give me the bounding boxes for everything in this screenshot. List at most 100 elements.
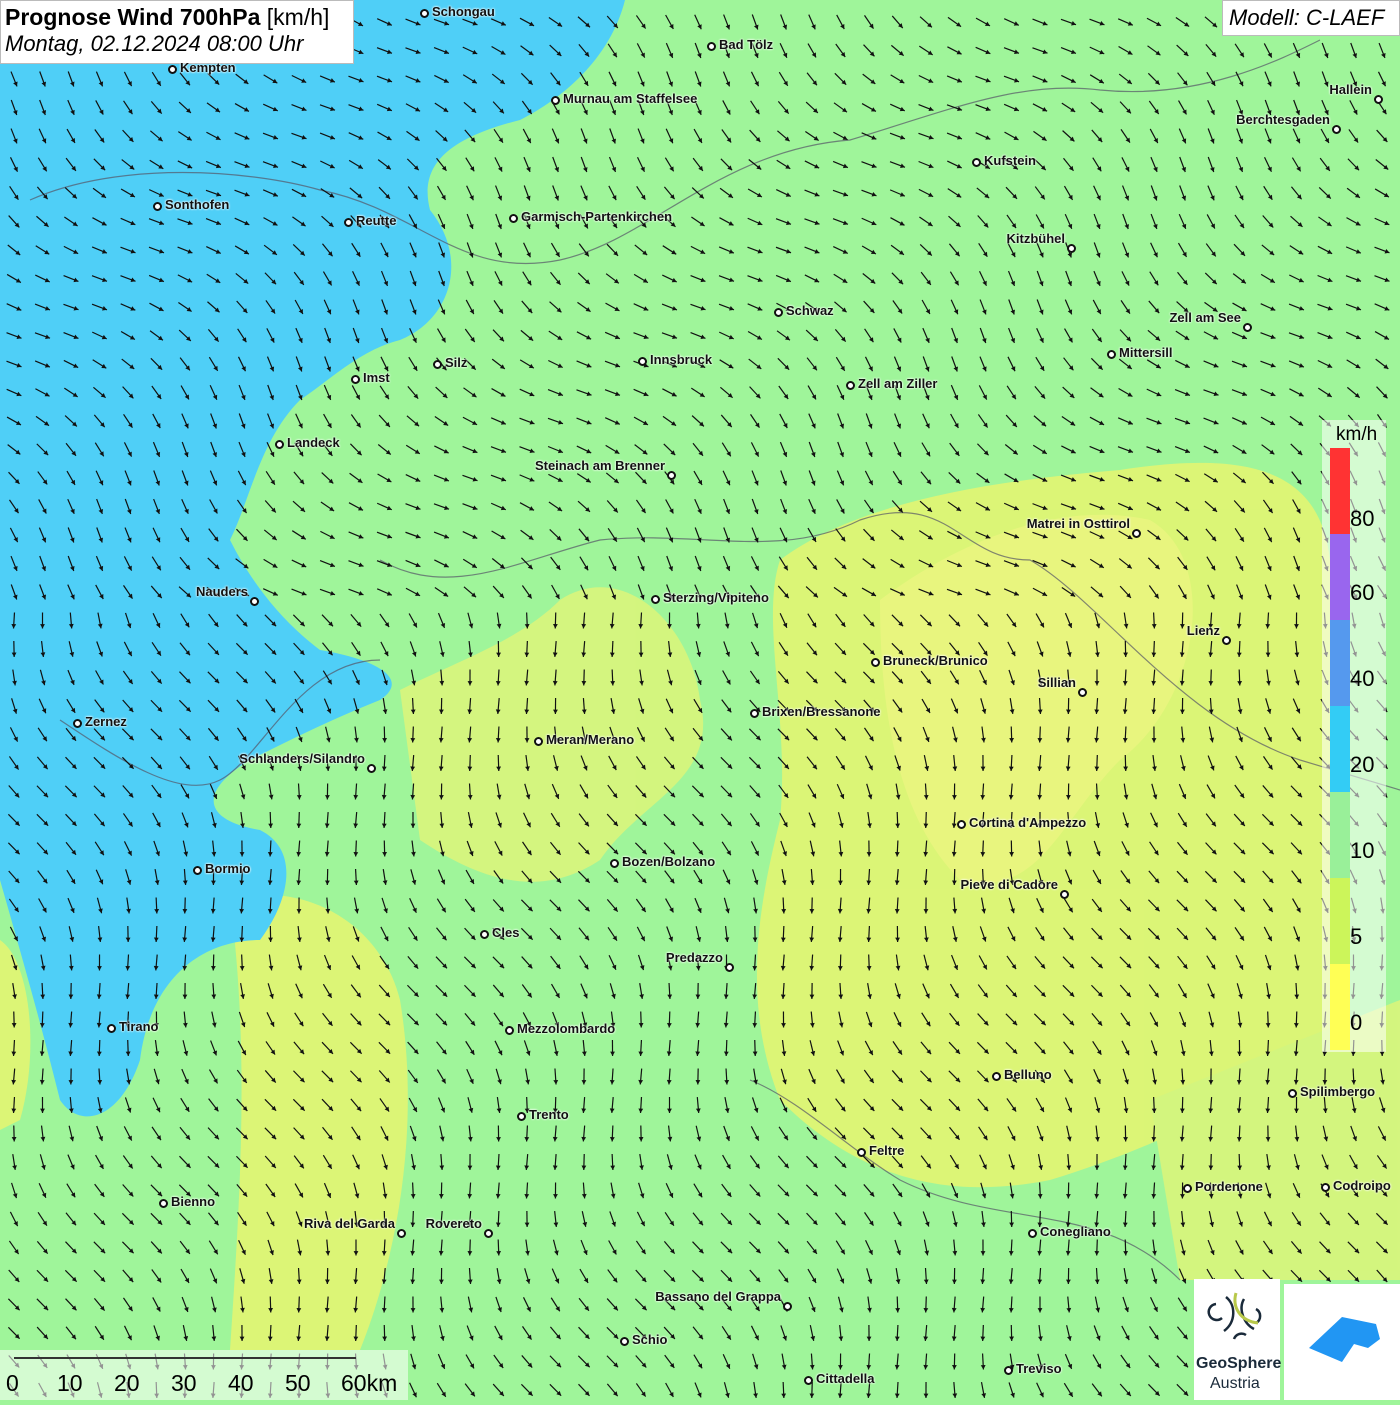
geosphere-logo[interactable]: GeoSphere Austria [1194,1279,1280,1400]
city-marker [551,96,560,105]
city-label: Belluno [1004,1067,1052,1082]
geosphere-logo-text: GeoSphere [1196,1355,1281,1373]
city-marker [783,1302,792,1311]
city-label: Bienno [171,1194,215,1209]
city-label: Meran/Merano [546,732,634,747]
scale-label: 0 [6,1370,19,1397]
scale-line [14,1357,356,1359]
city-marker [1332,125,1341,134]
scale-label: 60km [341,1370,397,1397]
legend-tick: 80 [1350,506,1374,532]
city-marker [725,963,734,972]
city-label: Tirano [119,1019,159,1034]
city-marker [534,737,543,746]
city-marker [1243,323,1252,332]
city-label: Sonthofen [165,197,229,212]
app-logo[interactable] [1284,1284,1400,1400]
map-title: Prognose Wind 700hPa [5,4,260,30]
geosphere-emblem-icon [1194,1279,1280,1359]
legend-tick: 60 [1350,580,1374,606]
city-marker [367,764,376,773]
legend-tick: 0 [1350,1010,1362,1036]
city-marker [1183,1184,1192,1193]
city-label: Bormio [205,861,251,876]
city-marker [774,308,783,317]
legend-tick: 20 [1350,752,1374,778]
city-marker [1004,1366,1013,1375]
city-marker [193,866,202,875]
city-label: Brixen/Bressanone [762,704,881,719]
city-marker [397,1229,406,1238]
city-marker [638,357,647,366]
city-label: Nauders [196,584,248,599]
city-label: Bad Tölz [719,37,773,52]
scale-label: 40 [228,1370,254,1397]
city-label: Schlanders/Silandro [239,751,365,766]
legend-tick: 10 [1350,838,1374,864]
color-legend: km/h 806040201050 [1322,420,1386,1052]
legend-unit: km/h [1336,424,1377,446]
city-marker [1321,1183,1330,1192]
city-label: Silz [445,355,467,370]
city-label: Predazzo [666,950,723,965]
city-label: Schwaz [786,303,834,318]
city-marker [1078,688,1087,697]
city-marker [972,158,981,167]
city-label: Zell am See [1169,310,1241,325]
city-marker [1107,350,1116,359]
city-label: Zell am Ziller [858,376,937,391]
city-marker [651,595,660,604]
city-marker [480,930,489,939]
city-label: Imst [363,370,390,385]
city-label: Steinach am Brenner [535,458,665,473]
city-label: Innsbruck [650,352,712,367]
city-label: Riva del Garda [304,1216,395,1231]
city-marker [1222,636,1231,645]
city-label: Cles [492,925,519,940]
city-label: Lienz [1187,623,1220,638]
scale-label: 10 [57,1370,83,1397]
city-label: Landeck [287,435,340,450]
legend-swatch [1330,706,1350,792]
scale-label: 30 [171,1370,197,1397]
city-marker [857,1148,866,1157]
city-label: Schio [632,1332,667,1347]
scale-label: 50 [285,1370,311,1397]
city-label: Zernez [85,714,127,729]
city-marker [1288,1089,1297,1098]
city-label: Cittadella [816,1371,875,1386]
legend-swatch [1330,964,1350,1050]
city-label: Hallein [1329,82,1372,97]
city-label: Mezzolombardo [517,1021,615,1036]
scale-bar: 0 10 20 30 40 50 60km [0,1350,408,1400]
legend-swatch [1330,534,1350,620]
city-marker [871,658,880,667]
city-marker [992,1072,1001,1081]
city-label: Kitzbühel [1007,231,1066,246]
city-label: Berchtesgaden [1236,112,1330,127]
mountain-cloud-icon [1284,1284,1400,1400]
title-unit: [km/h] [267,4,330,30]
city-label: Sterzing/Vipiteno [663,590,769,605]
city-label: Cortina d'Ampezzo [969,815,1086,830]
city-label: Pordenone [1195,1179,1263,1194]
city-marker [1374,95,1383,104]
city-label: Codroipo [1333,1178,1391,1193]
legend-swatch [1330,792,1350,878]
forecast-datetime: Montag, 02.12.2024 08:00 Uhr [5,31,349,57]
city-marker [73,719,82,728]
city-marker [505,1026,514,1035]
city-marker [517,1112,526,1121]
geosphere-logo-subtext: Austria [1210,1375,1260,1393]
city-marker [433,360,442,369]
city-marker [610,859,619,868]
city-label: Schongau [432,4,495,19]
legend-swatch [1330,448,1350,534]
city-label: Bruneck/Brunico [883,653,988,668]
city-label: Kufstein [984,153,1036,168]
title-box: Prognose Wind 700hPa [km/h] Montag, 02.1… [0,0,354,64]
city-marker [1067,244,1076,253]
city-marker [620,1337,629,1346]
legend-tick: 40 [1350,666,1374,692]
city-marker [1060,890,1069,899]
